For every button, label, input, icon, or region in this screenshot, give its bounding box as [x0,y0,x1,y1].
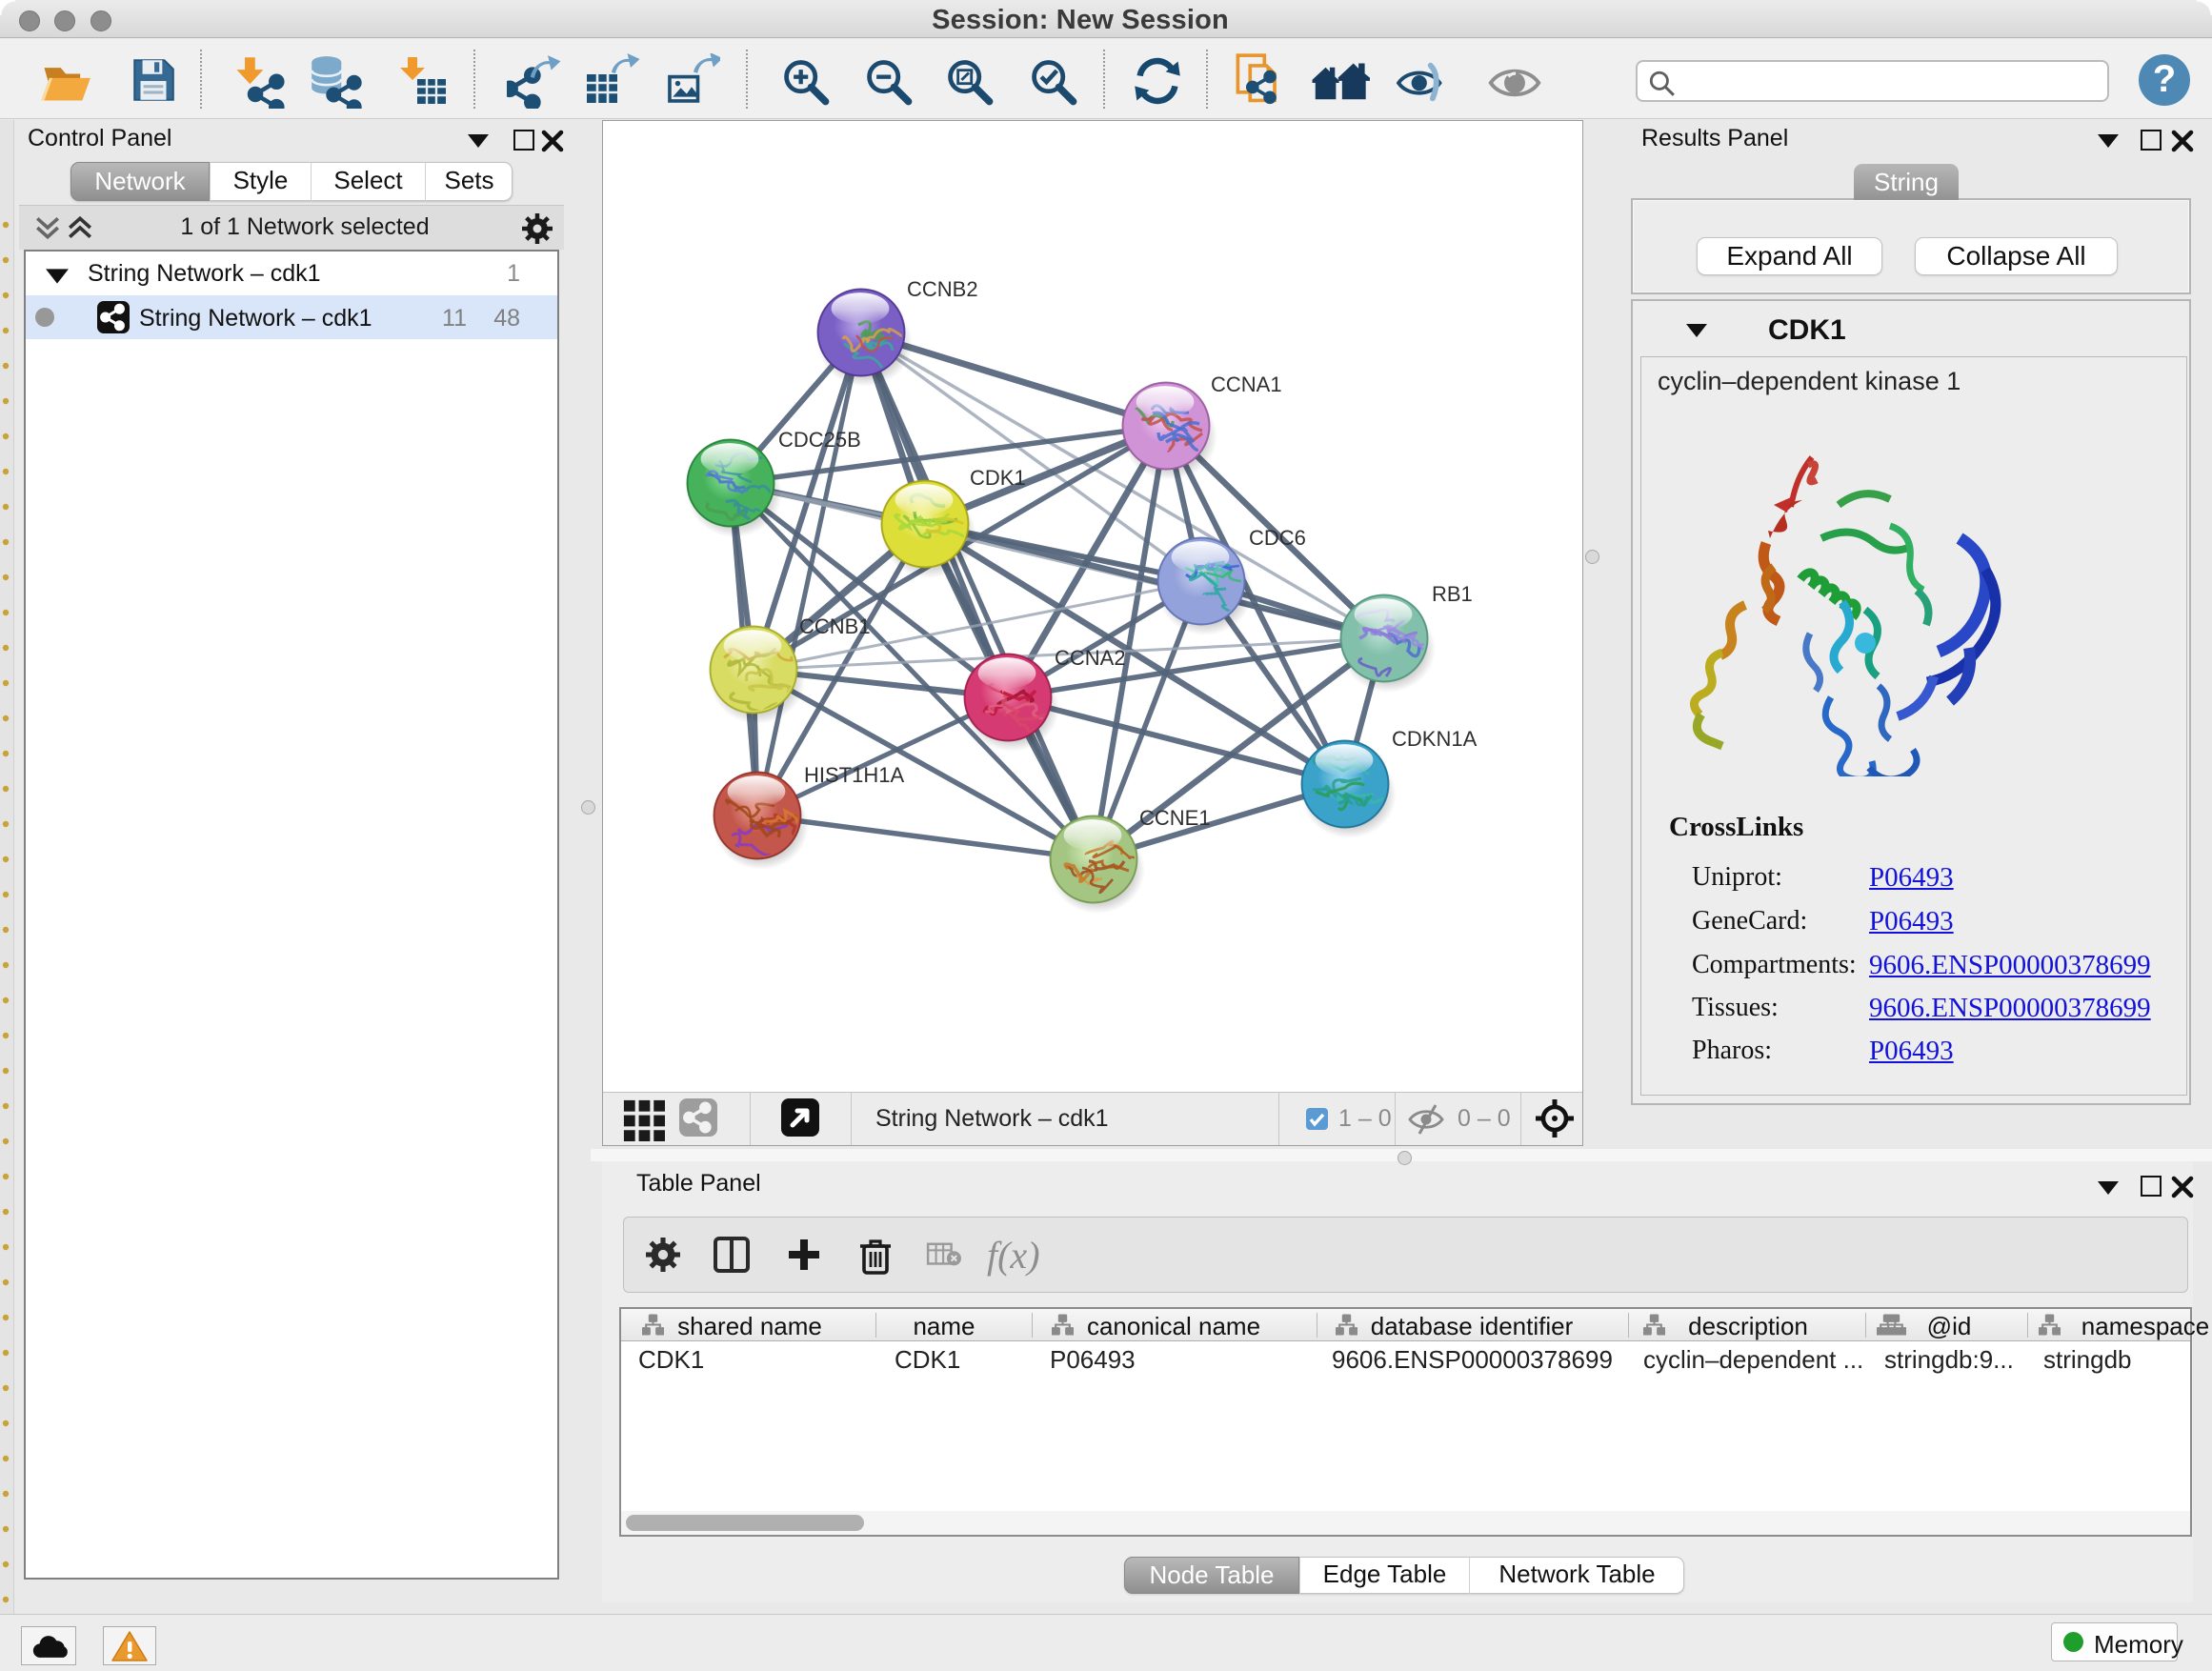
svg-text:CCNA2: CCNA2 [1055,646,1126,670]
svg-text:CDC6: CDC6 [1249,526,1306,550]
svg-text:CDC25B: CDC25B [778,428,861,452]
svg-text:RB1: RB1 [1432,582,1473,606]
svg-text:CCNB1: CCNB1 [799,614,871,638]
svg-text:CDKN1A: CDKN1A [1392,727,1478,751]
svg-text:CDK1: CDK1 [970,466,1026,490]
svg-text:HIST1H1A: HIST1H1A [804,763,904,787]
svg-text:CCNE1: CCNE1 [1139,806,1211,830]
svg-text:CCNA1: CCNA1 [1211,372,1282,396]
svg-text:CCNB2: CCNB2 [907,277,978,301]
